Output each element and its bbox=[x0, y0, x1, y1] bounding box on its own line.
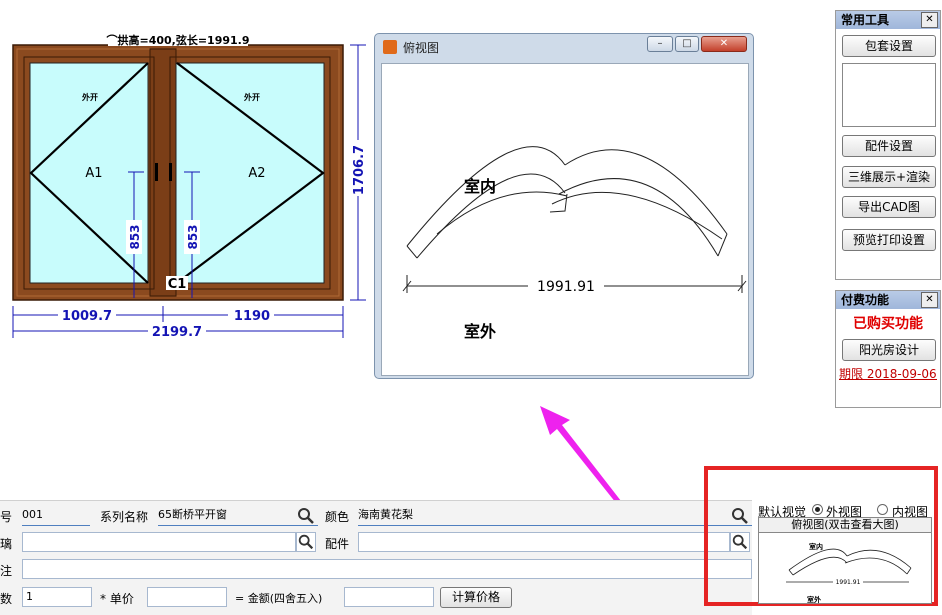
amount-label: = 金额(四舍五入) bbox=[235, 592, 323, 605]
app-icon bbox=[383, 40, 397, 54]
note-field[interactable] bbox=[22, 559, 752, 579]
close-button[interactable]: ✕ bbox=[701, 36, 747, 52]
number-label: 号 bbox=[0, 510, 13, 524]
glass-search-icon[interactable] bbox=[296, 532, 316, 552]
tools-panel: 常用工具 ✕ 包套设置 配件设置 三维展示+渲染 导出CAD图 预览打印设置 bbox=[835, 10, 941, 280]
handle-dim-left: 853 bbox=[128, 224, 142, 249]
fittings-settings-button[interactable]: 配件设置 bbox=[842, 135, 936, 157]
paid-panel-close-icon[interactable]: ✕ bbox=[921, 292, 938, 308]
series-field[interactable]: 65断桥平开窗 bbox=[158, 505, 318, 526]
unit-price-label: * 单价 bbox=[100, 592, 134, 606]
sash-label-a1: A1 bbox=[85, 166, 102, 181]
tools-panel-close-icon[interactable]: ✕ bbox=[921, 12, 938, 28]
open-dir-right: 外开 bbox=[244, 92, 260, 102]
inner-view-radio[interactable] bbox=[877, 504, 888, 515]
series-search-icon[interactable] bbox=[296, 506, 316, 526]
color-field[interactable]: 海南黄花梨 bbox=[358, 505, 752, 526]
color-label: 颜色 bbox=[325, 510, 350, 524]
dim-left: 1009.7 bbox=[62, 309, 112, 324]
order-form: 号 001 系列名称 65断桥平开窗 颜色 海南黄花梨 璃 配件 注 数 1 *… bbox=[0, 500, 752, 615]
3d-render-button[interactable]: 三维展示+渲染 bbox=[842, 166, 936, 188]
handle-right bbox=[169, 163, 172, 181]
tools-preview-box bbox=[842, 63, 936, 127]
qty-label: 数 bbox=[0, 592, 13, 606]
mullion-label: C1 bbox=[168, 277, 187, 292]
glass-field[interactable] bbox=[22, 532, 296, 552]
handle-left bbox=[155, 163, 158, 181]
purchased-label: 已购买功能 bbox=[853, 316, 923, 332]
topview-canvas: 室内 室外 1991.91 bbox=[381, 63, 749, 376]
number-field[interactable]: 001 bbox=[22, 505, 90, 526]
unit-price-field[interactable] bbox=[147, 587, 227, 607]
calculate-price-button[interactable]: 计算价格 bbox=[440, 587, 512, 608]
thumbnail-title: 俯视图(双击查看大图) bbox=[759, 518, 931, 533]
dim-right: 1190 bbox=[234, 309, 270, 324]
paid-panel: 付费功能 ✕ 已购买功能 阳光房设计 期限 2018-09-06 bbox=[835, 290, 941, 408]
export-cad-button[interactable]: 导出CAD图 bbox=[842, 196, 936, 218]
topview-drawing: 室内 室外 1991.91 bbox=[402, 146, 747, 341]
fittings-field[interactable] bbox=[358, 532, 730, 552]
expiry-underline bbox=[839, 379, 937, 380]
thumb-chord: 1991.91 bbox=[836, 579, 861, 586]
dim-total: 2199.7 bbox=[152, 325, 202, 340]
topview-window[interactable]: 俯视图 – □ ✕ 室内 室外 1991.91 bbox=[374, 33, 754, 379]
outer-view-radio[interactable] bbox=[812, 504, 823, 515]
amount-field[interactable] bbox=[344, 587, 434, 607]
thumbnail-drawing: 室内 室外 1991.91 bbox=[786, 542, 912, 604]
arc-caption: ⌒拱高=400,弦长=1991.9 bbox=[105, 33, 249, 47]
annotation-arrow bbox=[540, 406, 628, 513]
maximize-button[interactable]: □ bbox=[675, 36, 699, 52]
window-drawing: ⌒拱高=400,弦长=1991.9 外开 外开 A1 A2 853 853 C1… bbox=[12, 32, 367, 340]
series-label: 系列名称 bbox=[100, 510, 149, 524]
topview-indoor: 室内 bbox=[464, 177, 496, 196]
note-label: 注 bbox=[0, 564, 13, 578]
glass-label: 璃 bbox=[0, 537, 13, 551]
topview-chord: 1991.91 bbox=[537, 279, 595, 295]
thumb-outdoor: 室外 bbox=[807, 595, 821, 604]
dim-height: 1706.7 bbox=[352, 145, 367, 195]
open-dir-left: 外开 bbox=[82, 92, 98, 102]
fittings-label: 配件 bbox=[325, 537, 350, 551]
topview-title: 俯视图 bbox=[403, 41, 440, 55]
minimize-button[interactable]: – bbox=[647, 36, 673, 52]
cover-settings-button[interactable]: 包套设置 bbox=[842, 35, 936, 57]
topview-outdoor: 室外 bbox=[464, 322, 496, 341]
topview-thumbnail[interactable]: 俯视图(双击查看大图) 室内 室外 1991.91 bbox=[758, 517, 932, 604]
sunroom-design-button[interactable]: 阳光房设计 bbox=[842, 339, 936, 361]
sash-label-a2: A2 bbox=[248, 166, 265, 181]
print-preview-settings-button[interactable]: 预览打印设置 bbox=[842, 229, 936, 251]
qty-field[interactable]: 1 bbox=[22, 587, 92, 607]
thumb-indoor: 室内 bbox=[809, 542, 823, 551]
handle-dim-right: 853 bbox=[186, 224, 200, 249]
